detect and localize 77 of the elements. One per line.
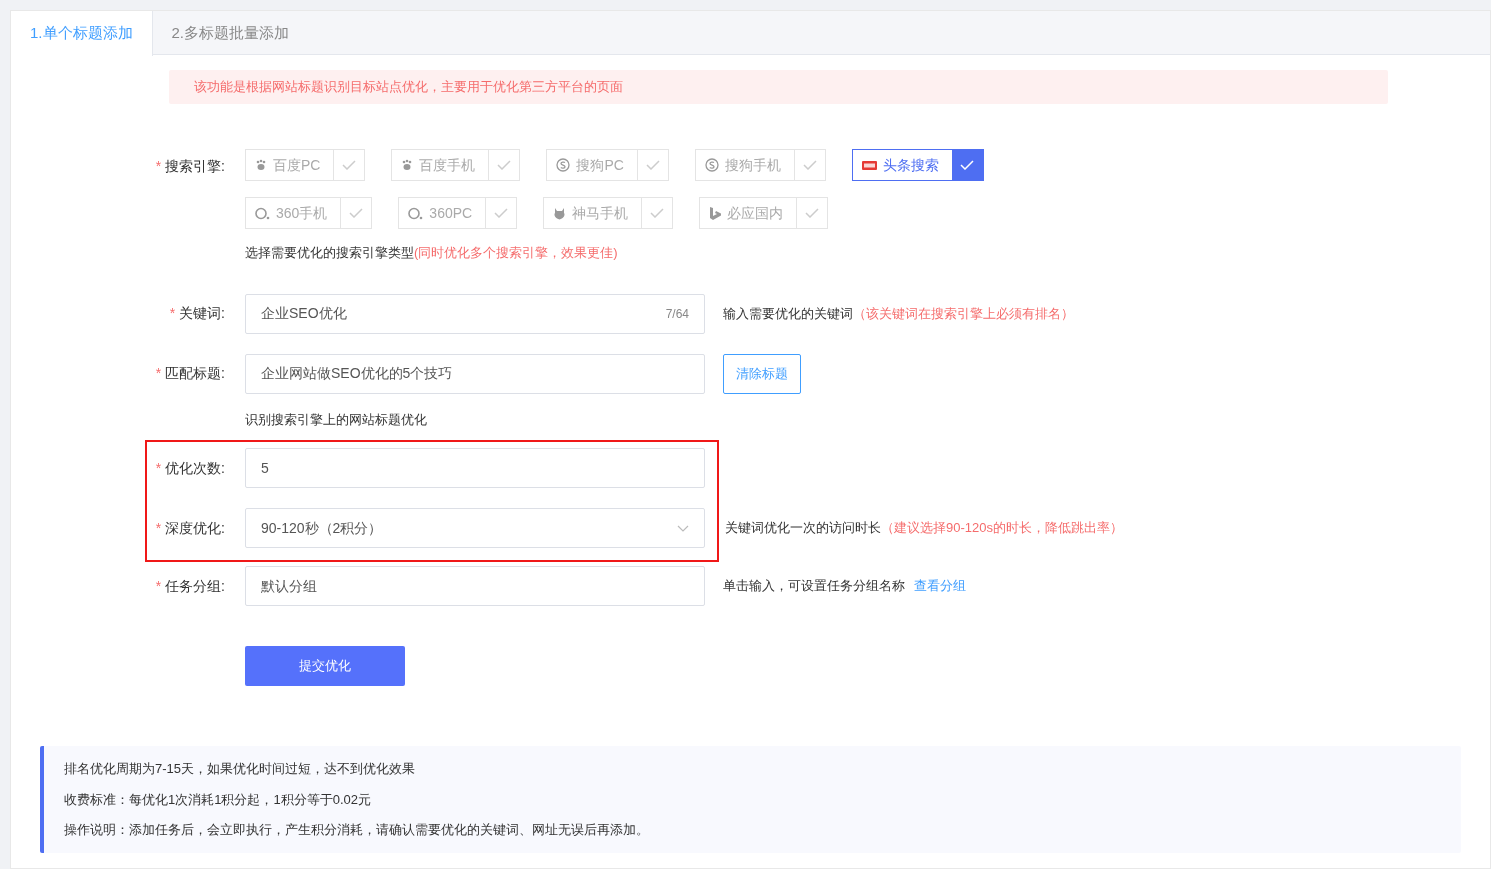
info-text: 操作说明：添加任务后，会立即执行，产生积分消耗，请确认需要优化的关键词、网址无误后再添加。 <box>64 821 650 839</box>
field-hint: 单击输入，可设置任务分组名称 <box>723 577 905 596</box>
check-icon <box>349 208 364 218</box>
field-label: 匹配标题: <box>165 364 225 383</box>
paw-icon <box>401 159 414 171</box>
circle-s-icon <box>704 158 719 172</box>
field-label: 搜索引擎: <box>165 157 225 176</box>
tab[interactable]: 2.多标题批量添加 <box>152 11 310 56</box>
engine-label: 搜狗手机 <box>724 155 781 175</box>
field-value: 企业SEO优化 <box>261 304 348 323</box>
field-label: 深度优化: <box>165 518 225 538</box>
field-value: 企业网站做SEO优化的5个技巧 <box>261 364 454 383</box>
field-value: 默认分组 <box>261 576 318 596</box>
circle-s-icon <box>556 158 571 172</box>
input-field[interactable]: 5 <box>245 448 705 488</box>
engine-label: 360手机 <box>276 203 328 223</box>
engine-label: 百度PC <box>273 155 321 175</box>
engine-option[interactable]: 搜狗PC <box>546 149 669 181</box>
field-value: 5 <box>261 458 270 478</box>
check-icon <box>497 160 512 170</box>
hint-note: (同时优化多个搜索引擎，效果更佳) <box>414 244 618 262</box>
toutiao-logo-icon <box>861 160 877 170</box>
ring-icon <box>408 206 424 220</box>
submit-button[interactable]: 提交优化 <box>245 646 405 686</box>
engine-label: 百度手机 <box>419 155 476 175</box>
field-value: 90-120秒（2积分） <box>261 518 384 538</box>
check-icon <box>805 208 820 218</box>
required-asterisk: * <box>155 458 162 478</box>
info-text: 收费标准：每优化1次消耗1积分起，1积分等于0.02元 <box>64 790 372 809</box>
input-field[interactable]: 企业网站做SEO优化的5个技巧 <box>245 353 705 394</box>
field-hint: 输入需要优化的关键词 <box>723 304 853 323</box>
check-icon <box>494 208 509 218</box>
tab[interactable]: 1.单个标题添加 <box>11 11 153 56</box>
b-logo-icon <box>709 206 722 220</box>
field-label: 优化次数: <box>165 458 225 478</box>
field-hint: 关键词优化一次的访问时长 <box>725 519 881 538</box>
engine-option[interactable]: 搜狗手机 <box>694 149 826 181</box>
field-label: 关键词: <box>179 304 225 323</box>
info-text: 排名优化周期为7-15天，如果优化时间过短，达不到优化效果 <box>64 760 417 778</box>
engine-option[interactable]: 神马手机 <box>543 197 674 229</box>
engine-label: 神马手机 <box>572 203 629 223</box>
hint-note: （建议选择90-120s的时长，降低跳出率） <box>881 519 1123 538</box>
check-icon <box>960 160 975 170</box>
check-icon <box>650 208 665 218</box>
select-field[interactable]: 90-120秒（2积分） <box>245 508 705 548</box>
ring-icon <box>255 206 270 220</box>
paw-icon <box>255 159 267 171</box>
engine-label: 必应国内 <box>727 203 784 223</box>
required-asterisk: * <box>155 364 162 383</box>
required-asterisk: * <box>169 304 176 323</box>
required-asterisk: * <box>155 518 162 538</box>
engine-option[interactable]: 头条搜索 <box>851 149 984 181</box>
hint-note: （该关键词在搜索引擎上必须有排名） <box>853 304 1074 323</box>
check-icon <box>802 160 817 170</box>
engine-option[interactable]: 360手机 <box>245 197 373 229</box>
engine-option[interactable]: 必应国内 <box>699 197 829 229</box>
engine-label: 搜狗PC <box>576 155 624 175</box>
engine-option[interactable]: 360PC <box>398 197 518 229</box>
field-hint: 识别搜索引擎上的网站标题优化 <box>245 411 427 427</box>
engine-label: 360PC <box>429 203 473 223</box>
view-groups-link[interactable]: 查看分组 <box>914 576 966 596</box>
check-icon <box>342 160 357 170</box>
required-asterisk: * <box>155 157 162 176</box>
engine-option[interactable]: 百度手机 <box>391 149 521 181</box>
clear-title-button[interactable]: 清除标题 <box>723 353 801 394</box>
animal-head-icon <box>553 206 567 220</box>
input-field[interactable]: 企业SEO优化 7/64 <box>245 293 705 334</box>
engine-option[interactable]: 百度PC <box>245 149 366 181</box>
notice-banner: 该功能是根据网站标题识别目标站点优化，主要用于优化第三方平台的页面 <box>169 70 1388 104</box>
input-field[interactable]: 默认分组 <box>245 566 705 606</box>
required-asterisk: * <box>155 576 162 596</box>
chevron-down-icon <box>677 524 689 532</box>
character-counter: 7/64 <box>665 305 689 323</box>
engine-label: 头条搜索 <box>882 155 939 175</box>
field-hint: 选择需要优化的搜索引擎类型 <box>245 244 414 262</box>
check-icon <box>645 160 660 170</box>
field-label: 任务分组: <box>165 576 225 596</box>
